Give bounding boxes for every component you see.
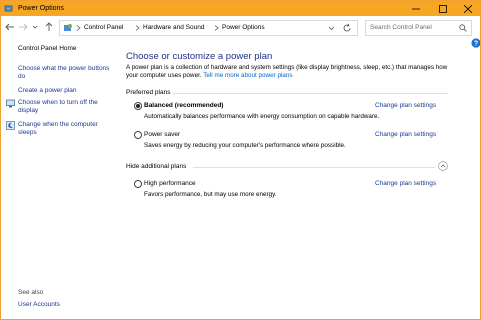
change-plan-settings-power-saver[interactable]: Change plan settings — [375, 130, 436, 139]
back-arrow-icon[interactable] — [5, 22, 15, 32]
breadcrumb[interactable]: Control Panel Hardware and Sound Power O… — [59, 20, 358, 36]
sidebar-control-panel-home[interactable]: Control Panel Home — [18, 45, 110, 53]
title-bar[interactable]: Power Options — [1, 1, 480, 16]
close-icon — [464, 5, 472, 13]
power-options-icon — [4, 5, 13, 12]
breadcrumb-separator-icon — [135, 25, 140, 31]
refresh-icon[interactable] — [342, 23, 352, 33]
search-input[interactable]: Search Control Panel — [365, 20, 472, 36]
close-button[interactable] — [456, 1, 480, 16]
collapse-chevron-icon[interactable] — [438, 161, 448, 171]
section-divider — [172, 93, 448, 94]
breadcrumb-hardware-and-sound[interactable]: Hardware and Sound — [143, 23, 204, 33]
sidebar-item-sleep[interactable]: Change when the computer sleeps — [18, 121, 110, 137]
plan-high-performance-description: Favors performance, but may use more ene… — [144, 191, 277, 198]
search-placeholder: Search Control Panel — [370, 24, 432, 31]
tell-me-more-link[interactable]: Tell me more about power plans — [203, 72, 292, 79]
power-options-window: Power Options Control Panel Hardware and… — [0, 0, 481, 320]
svg-text:?: ? — [474, 41, 478, 48]
breadcrumb-control-panel[interactable]: Control Panel — [84, 23, 123, 33]
plan-power-saver-description: Saves energy by reducing your computer's… — [144, 142, 346, 149]
hide-additional-plans-label[interactable]: Hide additional plans — [126, 162, 186, 171]
window-title: Power Options — [18, 5, 64, 12]
moon-icon — [6, 121, 15, 130]
radio-selected-dot — [136, 104, 140, 108]
sidebar-item-create-plan[interactable]: Create a power plan — [18, 87, 110, 95]
display-icon — [6, 99, 15, 108]
up-arrow-icon[interactable] — [44, 22, 54, 32]
sidebar-item-power-buttons[interactable]: Choose what the power buttons do — [18, 65, 110, 81]
minimize-icon — [412, 8, 420, 10]
change-plan-settings-balanced[interactable]: Change plan settings — [375, 101, 436, 110]
address-dropdown-icon[interactable] — [328, 24, 335, 32]
help-icon[interactable]: ? — [471, 38, 481, 48]
preferred-plans-label: Preferred plans — [126, 89, 171, 96]
control-panel-icon — [64, 24, 72, 31]
power-saver-radio[interactable] — [134, 131, 142, 139]
balanced-radio[interactable] — [134, 102, 142, 110]
plan-balanced-description: Automatically balances performance with … — [144, 113, 380, 120]
section-divider — [193, 167, 435, 168]
breadcrumb-power-options[interactable]: Power Options — [222, 23, 265, 33]
recent-chevron-icon[interactable] — [32, 22, 38, 32]
maximize-icon — [439, 5, 447, 13]
user-accounts-link[interactable]: User Accounts — [18, 301, 60, 309]
change-plan-settings-high-performance[interactable]: Change plan settings — [375, 179, 436, 188]
maximize-button[interactable] — [431, 1, 455, 16]
plan-balanced-name[interactable]: Balanced (recommended) — [144, 101, 223, 110]
breadcrumb-separator-icon — [214, 25, 219, 31]
high-performance-radio[interactable] — [134, 180, 142, 188]
minimize-button[interactable] — [404, 1, 428, 16]
sidebar-item-display-off[interactable]: Choose when to turn off the display — [18, 99, 110, 115]
breadcrumb-separator-icon — [76, 25, 81, 31]
page-title: Choose or customize a power plan — [126, 51, 273, 62]
forward-arrow-icon[interactable] — [18, 22, 28, 32]
plan-high-performance-name[interactable]: High performance — [144, 179, 196, 188]
plan-power-saver-name[interactable]: Power saver — [144, 130, 180, 139]
search-icon[interactable] — [459, 24, 467, 32]
see-also-label: See also — [18, 289, 44, 296]
page-description: A power plan is a collection of hardware… — [126, 64, 456, 80]
address-row: Control Panel Hardware and Sound Power O… — [1, 16, 480, 38]
